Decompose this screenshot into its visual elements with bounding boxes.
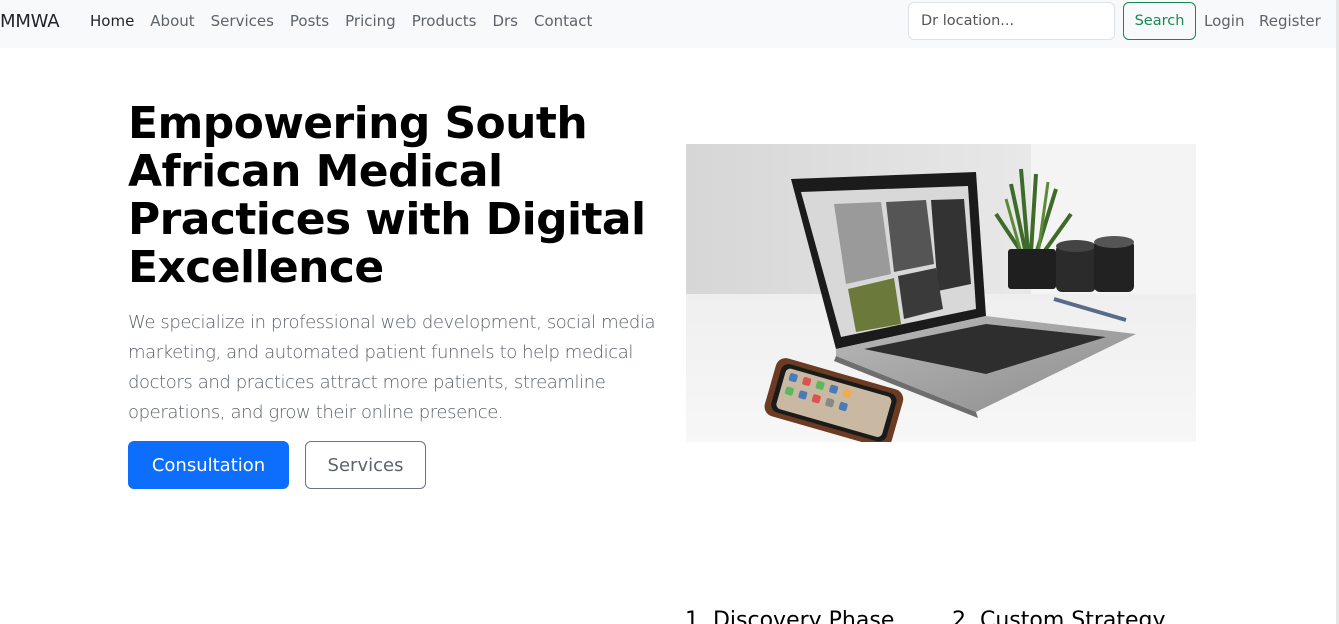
hero-title: Empowering South African Medical Practic… bbox=[128, 98, 646, 293]
nav-link-home[interactable]: Home bbox=[90, 12, 134, 30]
nav-link-about[interactable]: About bbox=[150, 12, 194, 30]
register-link[interactable]: Register bbox=[1259, 12, 1321, 30]
login-link[interactable]: Login bbox=[1204, 12, 1244, 30]
nav-link-drs[interactable]: Drs bbox=[492, 12, 518, 30]
search-input[interactable] bbox=[908, 2, 1115, 40]
nav-link-services[interactable]: Services bbox=[211, 12, 274, 30]
nav-links: Home About Services Posts Pricing Produc… bbox=[90, 12, 608, 30]
search-button[interactable]: Search bbox=[1123, 2, 1196, 40]
nav-link-posts[interactable]: Posts bbox=[290, 12, 329, 30]
nav-link-products[interactable]: Products bbox=[412, 12, 477, 30]
hero-image bbox=[686, 144, 1196, 442]
nav-link-pricing[interactable]: Pricing bbox=[345, 12, 396, 30]
step-discovery-title: 1. Discovery Phase bbox=[685, 608, 895, 624]
consultation-button[interactable]: Consultation bbox=[128, 441, 289, 489]
step-strategy-title: 2. Custom Strategy bbox=[952, 608, 1166, 624]
laptop-phone-photo bbox=[686, 144, 1196, 442]
brand-logo[interactable]: MMWA bbox=[0, 11, 60, 32]
hero-lead: We specialize in professional web develo… bbox=[128, 312, 656, 423]
nav-link-contact[interactable]: Contact bbox=[534, 12, 592, 30]
navbar: MMWA Home About Services Posts Pricing P… bbox=[0, 0, 1336, 48]
services-button[interactable]: Services bbox=[305, 441, 426, 489]
